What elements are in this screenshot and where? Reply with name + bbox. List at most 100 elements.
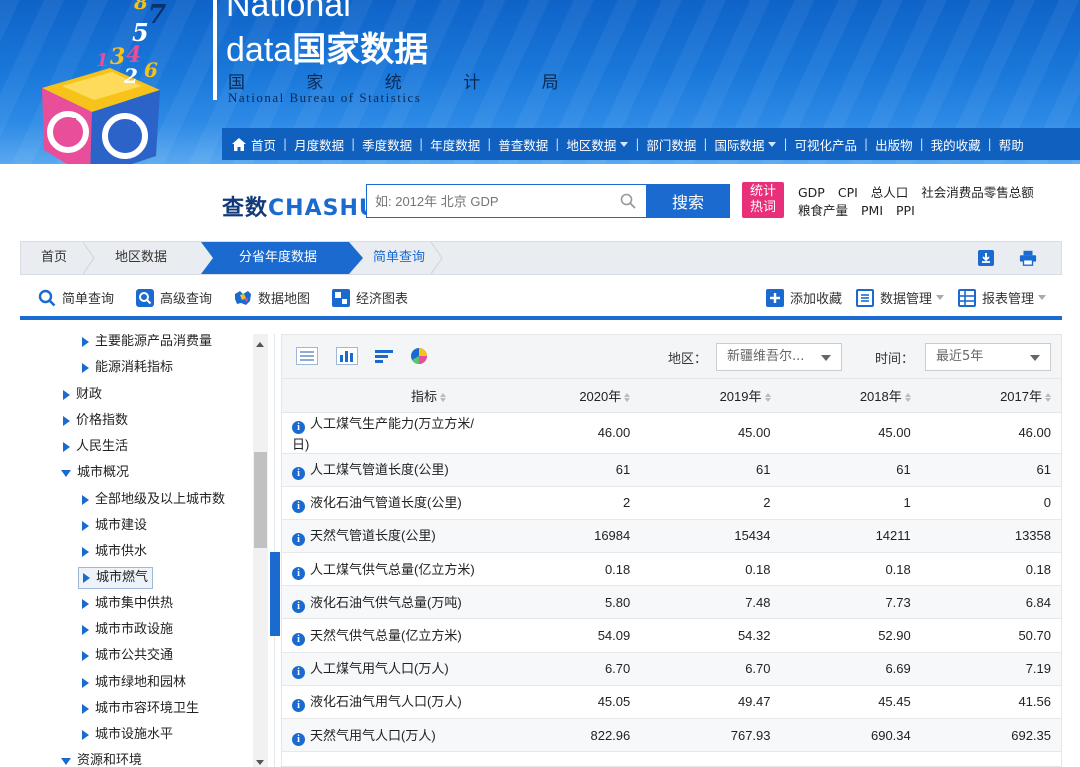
nav-department[interactable]: 部门数据	[646, 135, 696, 154]
info-icon[interactable]: i	[292, 633, 305, 647]
search-icon[interactable]	[620, 193, 636, 209]
nav-annual[interactable]: 年度数据	[430, 135, 480, 154]
tree-item[interactable]: 城市市政设施	[82, 619, 173, 641]
nav-quarterly[interactable]: 季度数据	[362, 135, 412, 154]
info-icon[interactable]: i	[292, 533, 305, 547]
scrollbar-thumb[interactable]	[254, 452, 267, 548]
search-button[interactable]: 搜索	[646, 184, 730, 218]
nav-home[interactable]: 首页	[232, 135, 276, 154]
econ-chart-button[interactable]: 经济图表	[332, 288, 408, 307]
info-icon[interactable]: i	[292, 666, 305, 680]
info-icon[interactable]: i	[292, 467, 305, 481]
add-favorite-button[interactable]: 添加收藏	[766, 288, 842, 307]
tree-item[interactable]: 能源消耗指标	[82, 357, 173, 379]
tree-item[interactable]: 城市供水	[82, 541, 147, 563]
tree-item[interactable]: 城市设施水平	[82, 724, 173, 746]
hot-word-link[interactable]: CPI	[838, 185, 858, 200]
column-header-year[interactable]: 2019年	[640, 379, 781, 413]
nav-visual-products[interactable]: 可视化产品	[795, 135, 858, 154]
tree-item[interactable]: 资源和环境	[61, 750, 142, 767]
bar-chart-icon[interactable]	[336, 347, 358, 365]
horizontal-bar-icon[interactable]	[374, 347, 396, 365]
tree-item[interactable]: 城市集中供热	[82, 593, 173, 615]
table-row: i 人工煤气管道长度(公里) 61 61 61 61	[282, 453, 1061, 487]
scroll-down-icon[interactable]	[256, 760, 264, 765]
query-toolbar: 简单查询 高级查询 数据地图 经济图表 添加收藏 数据管理 报表管理	[20, 276, 1062, 320]
breadcrumb-provincial-annual[interactable]: 分省年度数据	[239, 242, 317, 274]
breadcrumb-region[interactable]: 地区数据	[115, 242, 167, 274]
advanced-query-button[interactable]: 高级查询	[136, 288, 212, 307]
caret-right-icon	[82, 678, 89, 688]
value-cell: 45.00	[640, 412, 781, 454]
region-select[interactable]: 新疆维吾尔...	[716, 343, 842, 371]
hot-word-link[interactable]: 总人口	[871, 185, 909, 200]
tree-item[interactable]: 城市公共交通	[82, 645, 173, 667]
indicator-name[interactable]: 人工煤气管道长度(公里)	[310, 462, 449, 477]
nav-my-favorites[interactable]: 我的收藏	[931, 135, 981, 154]
hot-word-link[interactable]: 粮食产量	[798, 203, 848, 218]
info-icon[interactable]: i	[292, 599, 305, 613]
column-header-indicator[interactable]: 指标	[282, 379, 500, 413]
column-header-year[interactable]: 2020年	[500, 379, 641, 413]
print-icon[interactable]	[1019, 249, 1037, 267]
map-icon	[235, 290, 251, 305]
info-icon[interactable]: i	[292, 699, 305, 713]
nav-international[interactable]: 国际数据	[714, 135, 777, 154]
info-icon[interactable]: i	[292, 500, 305, 514]
tree-item[interactable]: 人民生活	[63, 436, 128, 458]
nav-help[interactable]: 帮助	[999, 135, 1024, 154]
info-icon[interactable]: i	[292, 420, 305, 434]
data-map-button[interactable]: 数据地图	[234, 288, 310, 307]
hot-word-link[interactable]: 社会消费品零售总额	[921, 185, 1034, 200]
tree-item[interactable]: 城市绿地和园林	[82, 672, 186, 694]
breadcrumb-home[interactable]: 首页	[41, 242, 67, 274]
region-label: 地区：	[668, 352, 708, 367]
list-icon	[856, 288, 874, 307]
time-select[interactable]: 最近5年	[925, 343, 1051, 371]
sidebar-scrollbar[interactable]	[253, 334, 268, 767]
tree-item[interactable]: 城市市容环境卫生	[82, 698, 199, 720]
indicator-name[interactable]: 天然气供气总量(亿立方米)	[310, 628, 462, 643]
indicator-name[interactable]: 人工煤气用气人口(万人)	[310, 661, 449, 676]
indicator-name[interactable]: 天然气用气人口(万人)	[310, 728, 436, 743]
download-icon[interactable]	[977, 249, 995, 267]
caret-down-icon	[61, 469, 71, 477]
column-header-year[interactable]: 2017年	[920, 379, 1061, 413]
nav-monthly[interactable]: 月度数据	[294, 135, 344, 154]
tree-item[interactable]: 主要能源产品消费量	[82, 334, 212, 353]
tree-item[interactable]: 城市建设	[82, 515, 147, 537]
indicator-name[interactable]: 液化石油气供气总量(万吨)	[310, 595, 462, 610]
search-input[interactable]	[366, 184, 646, 218]
nav-census[interactable]: 普查数据	[498, 135, 548, 154]
simple-query-button[interactable]: 简单查询	[38, 288, 114, 307]
tree-item[interactable]: 城市概况	[61, 462, 129, 484]
hot-word-link[interactable]: PMI	[861, 203, 883, 218]
hot-word-link[interactable]: GDP	[798, 185, 825, 200]
tree-item[interactable]: 价格指数	[63, 410, 128, 432]
hot-word-link[interactable]: PPI	[896, 203, 915, 218]
breadcrumb-simple-query[interactable]: 简单查询	[373, 242, 425, 274]
indicator-name[interactable]: 液化石油气管道长度(公里)	[310, 495, 462, 510]
report-management-dropdown[interactable]: 报表管理	[958, 288, 1047, 307]
pie-chart-icon[interactable]	[408, 347, 430, 365]
value-cell: 1	[780, 486, 921, 520]
data-management-dropdown[interactable]: 数据管理	[856, 288, 945, 307]
tree-item-selected[interactable]: 城市燃气	[78, 567, 154, 589]
indicator-name[interactable]: 人工煤气供气总量(亿立方米)	[310, 562, 475, 577]
scroll-up-icon[interactable]	[256, 342, 264, 347]
tree-item[interactable]: 全部地级及以上城市数	[82, 489, 225, 511]
panel-splitter-handle[interactable]	[270, 552, 280, 636]
indicator-cell: i 液化石油气供气总量(万吨)	[282, 585, 500, 620]
info-icon[interactable]: i	[292, 566, 305, 580]
indicator-name[interactable]: 人工煤气生产能力(万立方米/日)	[292, 416, 474, 452]
table-view-icon[interactable]	[296, 347, 318, 365]
value-cell: 13358	[920, 519, 1061, 554]
info-icon[interactable]: i	[292, 732, 305, 746]
nav-publications[interactable]: 出版物	[875, 135, 913, 154]
column-header-year[interactable]: 2018年	[780, 379, 921, 413]
search-row: 查数CHASHU 搜索 统计 热词 GDP CPI 总人口 社会消费品零售总额 …	[0, 164, 1080, 240]
tree-item[interactable]: 财政	[63, 384, 102, 406]
nav-regional[interactable]: 地区数据	[566, 135, 629, 154]
indicator-name[interactable]: 液化石油气用气人口(万人)	[310, 694, 462, 709]
indicator-name[interactable]: 天然气管道长度(公里)	[310, 528, 436, 543]
